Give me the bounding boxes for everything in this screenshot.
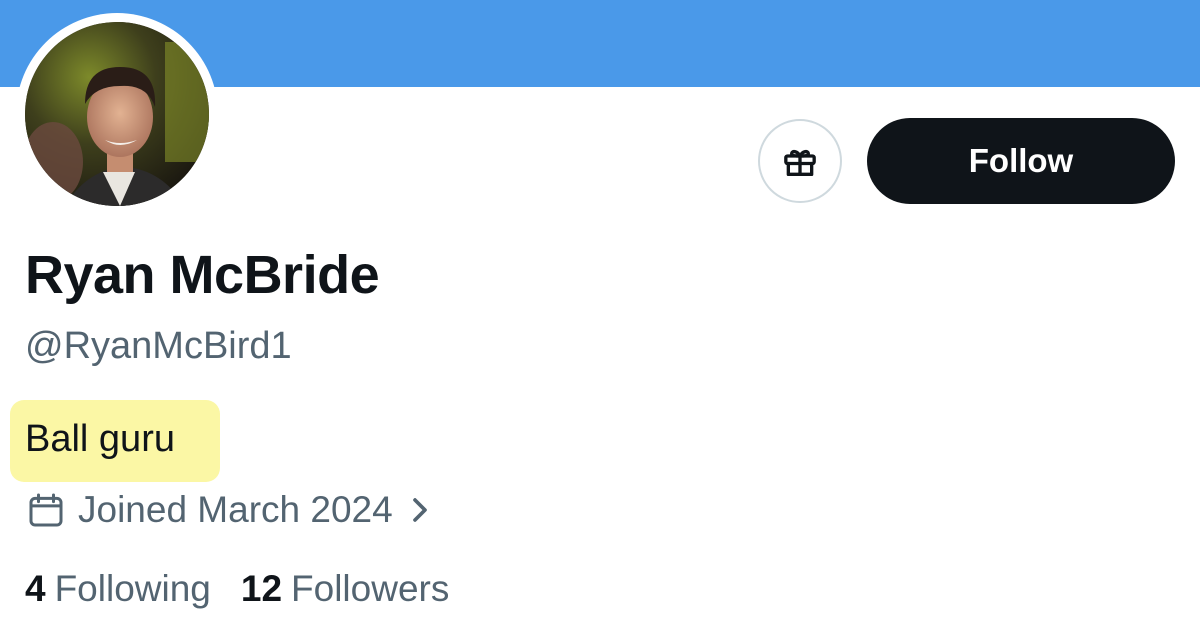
gift-button[interactable]	[758, 119, 842, 203]
follow-stats: 4 Following 12 Followers	[25, 565, 449, 613]
follow-button[interactable]: Follow	[867, 118, 1175, 204]
bio-text: Ball guru	[25, 418, 175, 460]
avatar-photo	[25, 22, 209, 206]
avatar[interactable]	[25, 22, 209, 206]
followers-count: 12	[240, 568, 283, 609]
followers-link[interactable]: 12 Followers	[241, 568, 449, 610]
following-count: 4	[25, 568, 46, 609]
following-link[interactable]: 4 Following	[25, 568, 211, 610]
display-name: Ryan McBride	[25, 245, 380, 305]
avatar-container[interactable]	[16, 13, 218, 215]
joined-date: Joined March 2024	[78, 489, 393, 530]
followers-label: Followers	[291, 568, 450, 609]
calendar-icon	[26, 490, 66, 530]
gift-icon	[780, 141, 820, 181]
joined-date-row[interactable]: Joined March 2024	[26, 486, 431, 534]
chevron-right-icon[interactable]	[409, 495, 431, 525]
follow-button-label: Follow	[968, 142, 1074, 179]
user-handle: @RyanMcBird1	[25, 325, 292, 367]
following-label: Following	[54, 568, 211, 609]
